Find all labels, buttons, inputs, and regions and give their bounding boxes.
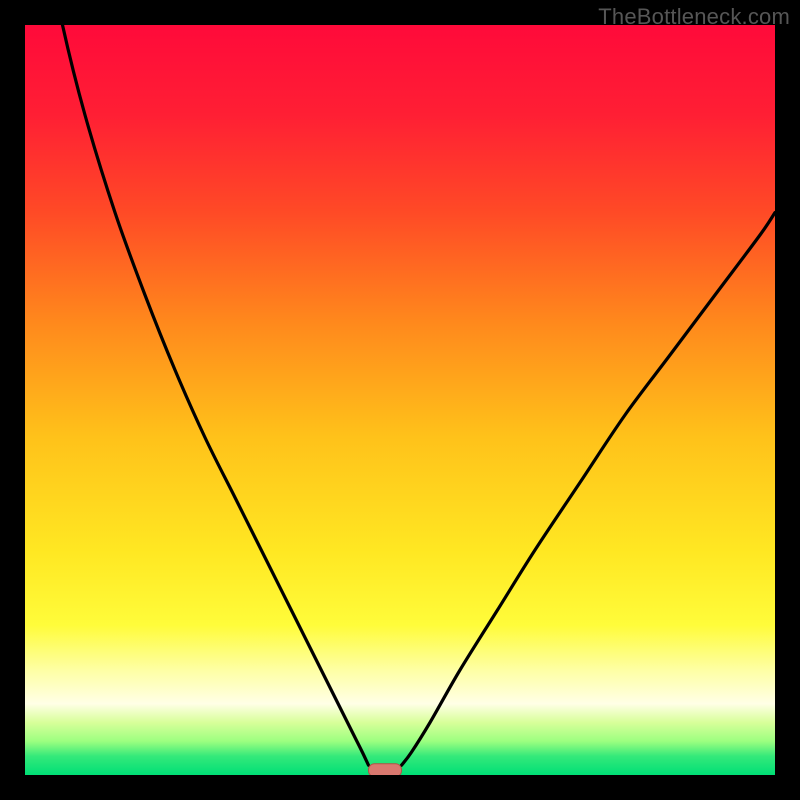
watermark-text: TheBottleneck.com <box>598 4 790 30</box>
gradient-background <box>25 25 775 775</box>
bottleneck-chart <box>25 25 775 775</box>
plot-frame <box>25 25 775 775</box>
optimum-marker <box>369 764 402 775</box>
